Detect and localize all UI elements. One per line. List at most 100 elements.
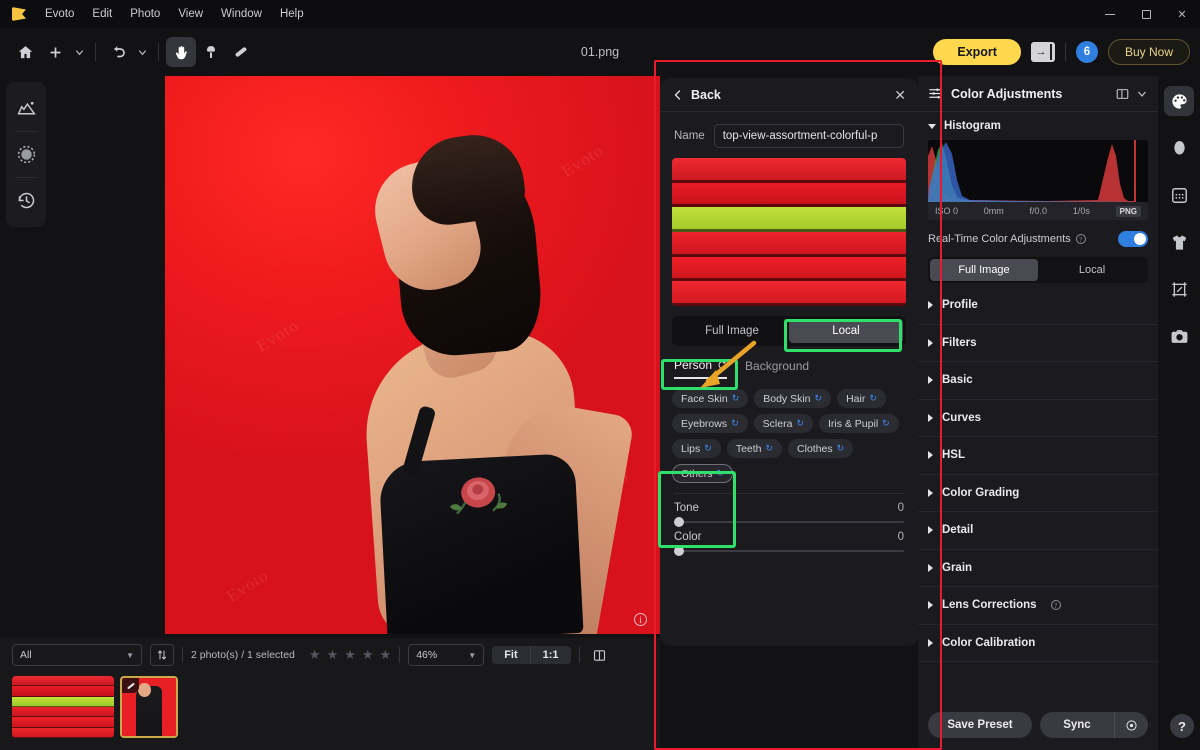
star-3[interactable]: ★ [344, 647, 356, 663]
save-preset-button[interactable]: Save Preset [928, 712, 1032, 738]
menu-photo[interactable]: Photo [121, 0, 169, 28]
buy-now-button[interactable]: Buy Now [1107, 39, 1190, 65]
crop-tab[interactable] [1164, 274, 1194, 304]
section-profile[interactable]: Profile [918, 287, 1158, 325]
chip-reset-icon[interactable]: ↻ [732, 393, 740, 404]
chip-lips[interactable]: Lips ↻ [672, 439, 721, 458]
maximize-button[interactable] [1128, 0, 1164, 28]
adjustment-sections-list: Profile Filters Basic Curves HSL Color G… [918, 287, 1158, 662]
image-scene-icon [16, 101, 36, 115]
right-scope-tab-local[interactable]: Local [1038, 259, 1146, 281]
chip-reset-icon[interactable]: ↻ [815, 393, 823, 404]
chip-reset-icon[interactable]: ↻ [766, 443, 774, 454]
one-to-one-button[interactable]: 1:1 [529, 646, 571, 664]
menu-app-name[interactable]: Evoto [36, 0, 83, 28]
section-basic[interactable]: Basic [918, 362, 1158, 400]
color-adjustments-tab[interactable] [1164, 86, 1194, 116]
realtime-toggle[interactable] [1118, 231, 1148, 247]
star-2[interactable]: ★ [327, 647, 339, 663]
right-scope-tab-full-image[interactable]: Full Image [930, 259, 1038, 281]
filter-select[interactable]: All ▼ [12, 644, 142, 666]
star-1[interactable]: ★ [309, 647, 321, 663]
section-detail[interactable]: Detail [918, 512, 1158, 550]
subject-tab-background[interactable]: Background [745, 359, 809, 378]
clothes-tab[interactable] [1164, 227, 1194, 257]
face-retouch-tab[interactable] [1164, 133, 1194, 163]
chip-teeth[interactable]: Teeth ↻ [726, 439, 783, 458]
healing-brush-button[interactable] [226, 37, 256, 67]
section-curves[interactable]: Curves [918, 400, 1158, 437]
color-slider-track[interactable] [674, 546, 904, 556]
section-color-grading[interactable]: Color Grading [918, 475, 1158, 512]
minimize-button[interactable] [1092, 0, 1128, 28]
panel-toggle-button[interactable]: → [1030, 42, 1055, 62]
chip-reset-icon[interactable]: ↻ [869, 393, 877, 404]
section-grain[interactable]: Grain [918, 550, 1158, 587]
chip-reset-icon[interactable]: ↻ [796, 418, 804, 429]
close-button[interactable]: ✕ [1164, 0, 1200, 28]
chip-reset-icon[interactable]: ↻ [731, 418, 739, 429]
scope-tab-local[interactable]: Local [789, 319, 903, 343]
chip-body-skin[interactable]: Body Skin ↻ [754, 389, 832, 408]
compare-view-button[interactable] [588, 644, 612, 666]
camera-tab[interactable] [1164, 321, 1194, 351]
photo-info-icon[interactable]: i [634, 613, 647, 626]
tone-slider-track[interactable] [674, 517, 904, 527]
section-lens-corrections[interactable]: Lens Corrections? [918, 587, 1158, 625]
section-hsl[interactable]: HSL [918, 437, 1158, 475]
chip-eyebrows[interactable]: Eyebrows ↻ [672, 414, 748, 433]
menu-view[interactable]: View [169, 0, 212, 28]
clone-stamp-button[interactable] [196, 37, 226, 67]
chip-iris-and-pupil[interactable]: Iris & Pupil ↻ [818, 414, 899, 433]
scene-tool-button[interactable] [6, 86, 46, 131]
undo-button[interactable] [103, 37, 133, 67]
chip-sclera[interactable]: Sclera ↻ [753, 414, 813, 433]
texture-tab[interactable] [1164, 180, 1194, 210]
hand-tool-button[interactable] [166, 37, 196, 67]
chevron-down-icon[interactable] [1136, 88, 1148, 100]
add-dropdown-button[interactable] [70, 39, 88, 65]
back-button[interactable]: Back [672, 88, 721, 102]
color-slider-knob[interactable] [674, 546, 684, 556]
chip-clothes[interactable]: Clothes ↻ [788, 439, 854, 458]
sort-button[interactable] [150, 644, 174, 666]
star-5[interactable]: ★ [380, 647, 392, 663]
chip-others[interactable]: Others ↻ [672, 464, 734, 483]
chip-reset-icon[interactable]: ↻ [837, 443, 845, 454]
section-filters[interactable]: Filters [918, 325, 1158, 362]
thumbnail-model[interactable] [120, 676, 178, 738]
help-icon[interactable]: ? [1075, 234, 1086, 244]
undo-dropdown-button[interactable] [133, 39, 151, 65]
subject-tab-person[interactable]: Person [674, 358, 728, 379]
help-button[interactable]: ? [1170, 714, 1194, 738]
thumbnail-stripes[interactable] [12, 676, 114, 738]
home-button[interactable] [10, 37, 40, 67]
menu-help[interactable]: Help [271, 0, 313, 28]
chip-reset-icon[interactable]: ↻ [704, 443, 712, 454]
section-color-calibration[interactable]: Color Calibration [918, 625, 1158, 662]
zoom-select[interactable]: 46% ▼ [408, 644, 485, 666]
history-tool-button[interactable] [6, 178, 46, 223]
chip-hair[interactable]: Hair ↻ [837, 389, 886, 408]
chip-reset-icon[interactable]: ↻ [717, 468, 725, 479]
help-icon[interactable]: ? [1050, 600, 1061, 611]
scope-tab-full-image[interactable]: Full Image [675, 319, 789, 343]
credits-badge[interactable]: 6 [1075, 41, 1098, 63]
menu-edit[interactable]: Edit [83, 0, 121, 28]
menu-window[interactable]: Window [212, 0, 271, 28]
chip-reset-icon[interactable]: ↻ [882, 418, 890, 429]
star-4[interactable]: ★ [362, 647, 374, 663]
image-canvas[interactable]: Evoto Evoto Evoto Evoto i [165, 76, 660, 634]
retouch-tool-button[interactable] [6, 132, 46, 177]
export-button[interactable]: Export [933, 39, 1021, 65]
sync-button[interactable]: Sync [1040, 719, 1114, 731]
sync-settings-button[interactable] [1114, 712, 1148, 738]
name-input[interactable] [713, 124, 904, 148]
split-view-icon[interactable] [1115, 87, 1130, 101]
histogram-accordion-header[interactable]: Histogram [928, 120, 1148, 132]
close-panel-button[interactable]: ✕ [894, 88, 906, 102]
chip-face-skin[interactable]: Face Skin ↻ [672, 389, 749, 408]
tone-slider-knob[interactable] [674, 517, 684, 527]
fit-button[interactable]: Fit [492, 646, 529, 664]
add-button[interactable] [40, 37, 70, 67]
